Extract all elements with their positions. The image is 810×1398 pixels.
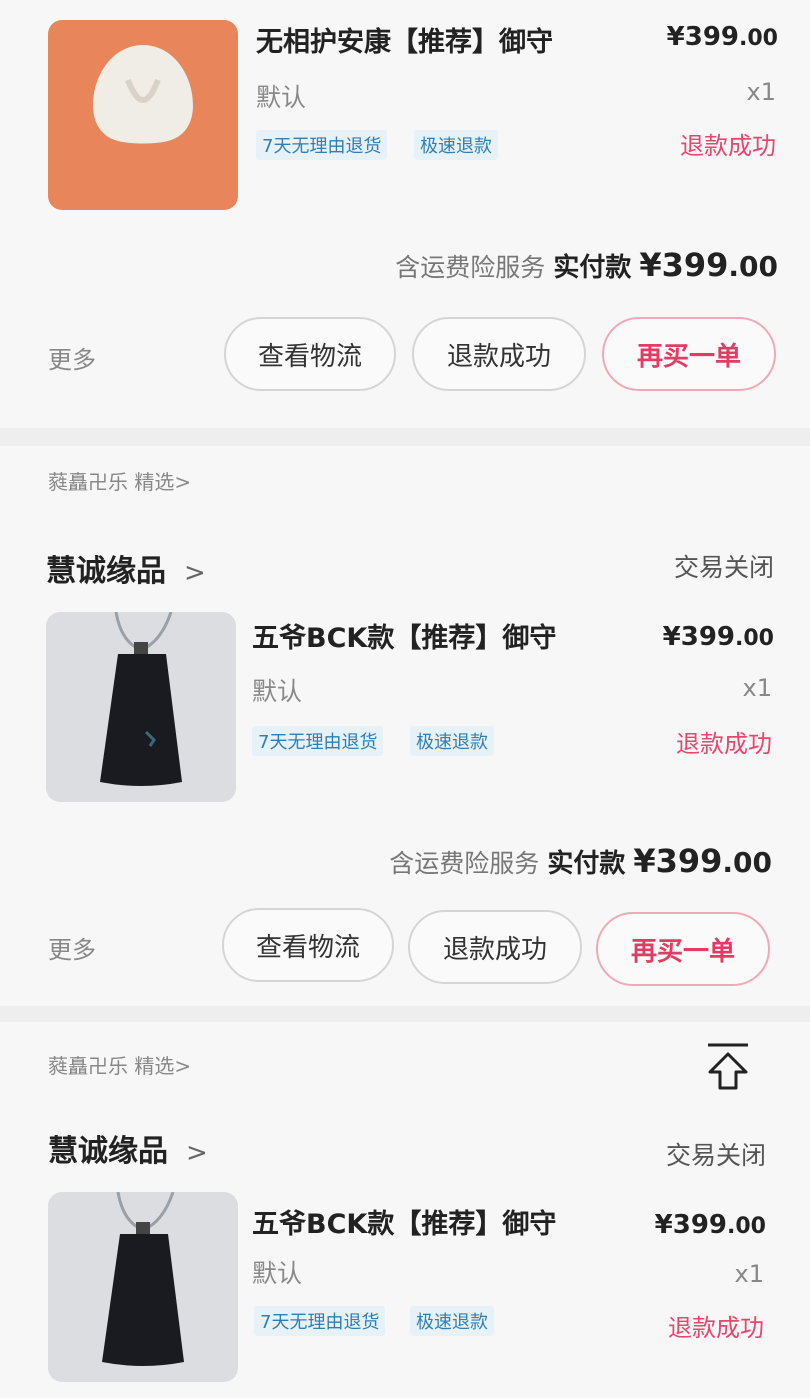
product-spec: 默认 — [252, 677, 303, 706]
return-policy-tag: 7天无理由退货 — [252, 726, 384, 756]
product-quantity: x1 — [734, 1260, 764, 1288]
shop-subtitle[interactable]: 蕤矗卍乐 精选> — [48, 1050, 191, 1079]
product-spec: 默认 — [252, 1259, 303, 1288]
order-total: 含运费险服务 实付款 ¥399.00 — [389, 842, 772, 880]
refund-success-button[interactable]: 退款成功 — [408, 910, 582, 984]
item-refund-status: 退款成功 — [680, 132, 776, 160]
black-pendant-image — [48, 1192, 238, 1382]
item-refund-status: 退款成功 — [668, 1314, 764, 1342]
product-price: ¥399.00 — [662, 622, 774, 652]
chevron-right-icon: > — [186, 1138, 208, 1168]
more-button[interactable]: 更多 — [48, 930, 96, 965]
item-refund-status: 退款成功 — [676, 730, 772, 758]
order-status: 交易关闭 — [665, 1141, 766, 1170]
order-card: 无相护安康【推荐】御守 ¥399.00 默认 x1 7天无理由退货 极速退款 退… — [0, 0, 810, 428]
product-spec: 默认 — [256, 83, 307, 112]
fast-refund-tag: 极速退款 — [414, 130, 498, 160]
shop-name[interactable]: 慧诚缘品 > — [48, 1126, 208, 1170]
product-title[interactable]: 五爷BCK款【推荐】御守 — [252, 616, 556, 655]
order-card: 蕤矗卍乐 精选> 慧诚缘品 > 交易关闭 五爷BCK款【推荐】御守 ¥399.00… — [0, 446, 810, 1006]
product-quantity: x1 — [746, 78, 776, 106]
product-price: ¥399.00 — [666, 22, 778, 52]
jade-pendant-image — [48, 20, 238, 210]
product-thumbnail[interactable] — [46, 612, 236, 802]
refund-success-button[interactable]: 退款成功 — [412, 317, 586, 391]
product-thumbnail[interactable] — [48, 20, 238, 210]
product-price: ¥399.00 — [654, 1210, 766, 1240]
view-logistics-button[interactable]: 查看物流 — [222, 908, 394, 982]
buy-again-button[interactable]: 再买一单 — [596, 912, 770, 986]
fast-refund-tag: 极速退款 — [410, 1306, 494, 1336]
return-policy-tag: 7天无理由退货 — [256, 130, 388, 160]
fast-refund-tag: 极速退款 — [410, 726, 494, 756]
shop-name[interactable]: 慧诚缘品 > — [46, 546, 206, 590]
product-title[interactable]: 五爷BCK款【推荐】御守 — [252, 1202, 556, 1241]
black-pendant-image — [46, 612, 236, 802]
product-thumbnail[interactable] — [48, 1192, 238, 1382]
product-quantity: x1 — [742, 674, 772, 702]
buy-again-button[interactable]: 再买一单 — [602, 317, 776, 391]
more-button[interactable]: 更多 — [48, 340, 96, 375]
view-logistics-button[interactable]: 查看物流 — [224, 317, 396, 391]
product-title[interactable]: 无相护安康【推荐】御守 — [256, 20, 553, 59]
order-total: 含运费险服务 实付款 ¥399.00 — [395, 246, 778, 284]
order-status: 交易关闭 — [673, 553, 774, 582]
shop-subtitle[interactable]: 蕤矗卍乐 精选> — [48, 466, 191, 495]
return-policy-tag: 7天无理由退货 — [254, 1306, 386, 1336]
chevron-right-icon: > — [184, 558, 206, 588]
order-card: 蕤矗卍乐 精选> 慧诚缘品 > 交易关闭 五爷BCK款【推荐】御守 ¥399.00… — [0, 1022, 810, 1398]
back-to-top-icon[interactable] — [706, 1042, 750, 1094]
